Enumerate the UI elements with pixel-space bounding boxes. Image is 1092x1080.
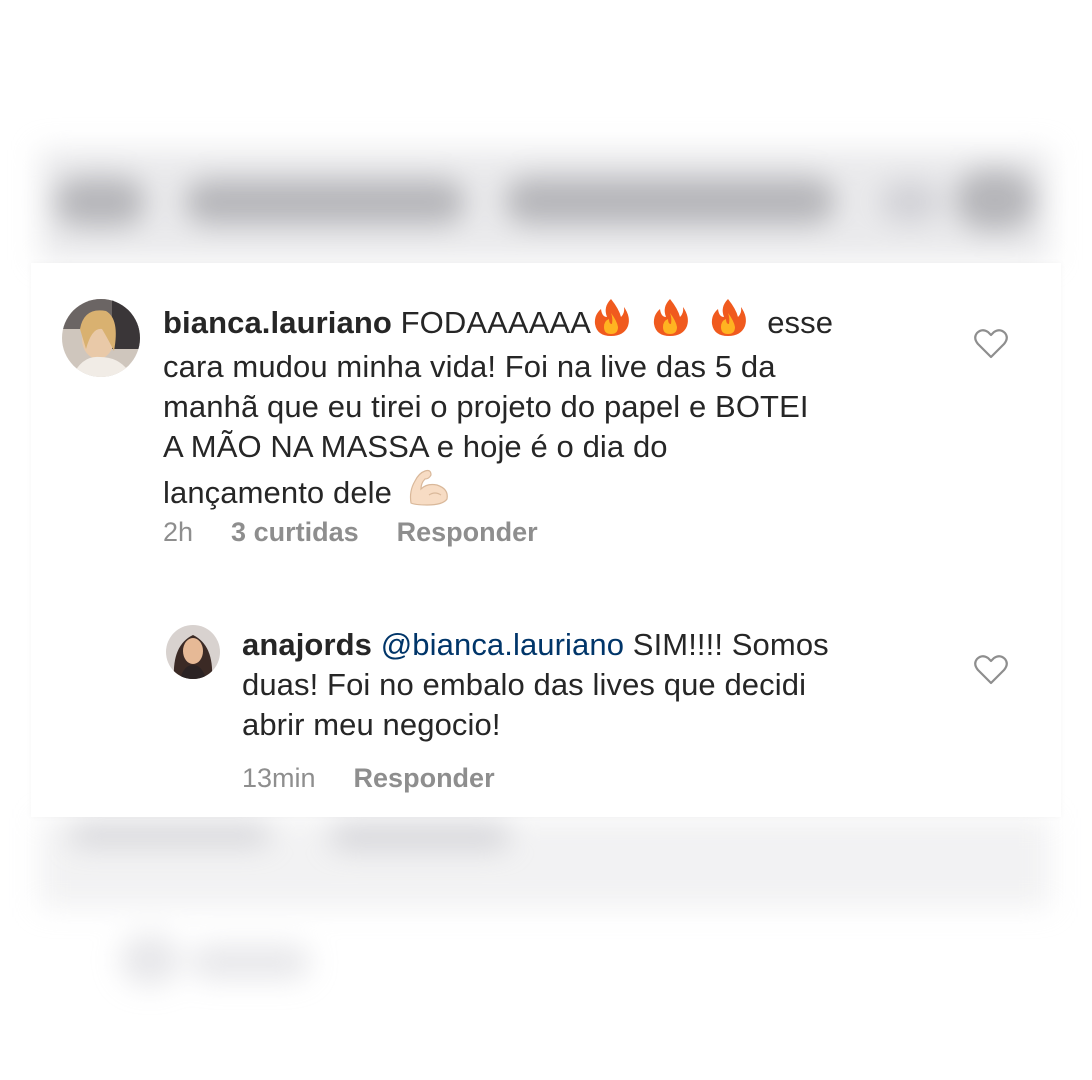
comment-text-line: duas! Foi no embalo das lives que decidi <box>242 667 807 702</box>
comment-text: SIM!!!! Somos <box>632 627 829 662</box>
reply-button[interactable]: Responder <box>354 763 495 793</box>
reply-button[interactable]: Responder <box>397 517 538 547</box>
mention-link[interactable]: @bianca.lauriano <box>381 627 624 662</box>
likes-count[interactable]: 3 curtidas <box>231 517 359 547</box>
comment-meta: 13min Responder <box>242 763 533 794</box>
comment-text: FODAAAAAA <box>400 305 592 340</box>
comment-text-line: abrir meu negocio! <box>242 707 501 742</box>
comment-text-line: cara mudou minha vida! Foi na live das 5… <box>163 349 776 384</box>
comment-anajords: anajords @bianca.lauriano SIM!!!! Somos … <box>31 603 1061 817</box>
comment-body: anajords @bianca.lauriano SIM!!!! Somos … <box>242 625 932 745</box>
like-heart-icon[interactable] <box>974 329 1008 364</box>
comment-text-line: A MÃO NA MASSA e hoje é o dia do <box>163 429 668 464</box>
comment-username[interactable]: anajords <box>242 627 372 662</box>
comment-text-line: manhã que eu tirei o projeto do papel e … <box>163 389 809 424</box>
comment-text-line: lançamento dele <box>163 475 392 510</box>
like-heart-icon[interactable] <box>974 655 1008 690</box>
flexed-biceps-emoji <box>407 467 451 517</box>
comment-body: bianca.lauriano FODAAAAAA esse cara mudo… <box>163 297 943 517</box>
fire-emoji <box>650 297 690 347</box>
fire-emoji <box>708 297 748 347</box>
avatar[interactable] <box>62 299 140 377</box>
avatar[interactable] <box>166 625 220 679</box>
comment-bianca: bianca.lauriano FODAAAAAA esse cara mudo… <box>31 263 1061 563</box>
fire-emoji <box>591 297 631 347</box>
comment-meta: 2h 3 curtidas Responder <box>163 517 576 548</box>
comment-username[interactable]: bianca.lauriano <box>163 305 392 340</box>
comments-card: bianca.lauriano FODAAAAAA esse cara mudo… <box>31 263 1061 817</box>
comment-time: 2h <box>163 517 194 547</box>
comment-time: 13min <box>242 763 316 793</box>
comment-text: esse <box>767 305 834 340</box>
